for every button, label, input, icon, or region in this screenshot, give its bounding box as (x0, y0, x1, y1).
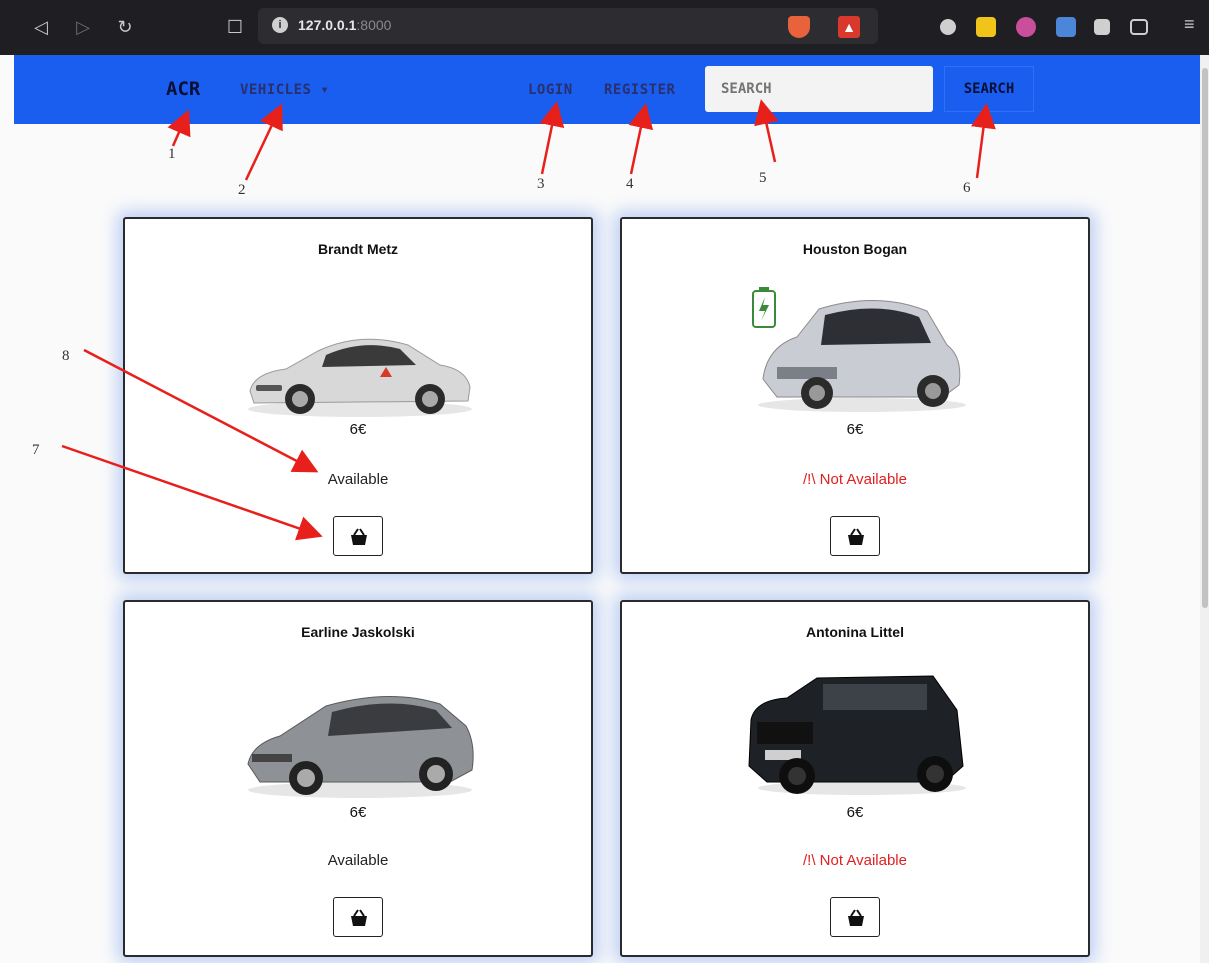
page: ◁ ▷ ↻ ☐ i 127.0.0.1:8000 ▲ ≡ ACR VEHICLE… (0, 0, 1209, 963)
annotation-arrow-6 (971, 103, 996, 179)
annotation-arrow-8 (83, 348, 319, 473)
annotation-arrow-5 (754, 99, 779, 163)
annotation-arrow-2 (244, 103, 283, 181)
annotation-arrow-1 (167, 109, 191, 147)
annotation-arrow-7 (61, 444, 323, 541)
annotation-arrow-4 (628, 103, 654, 175)
annotation-arrow-3 (539, 101, 565, 175)
annotation-arrows (61, 99, 996, 541)
